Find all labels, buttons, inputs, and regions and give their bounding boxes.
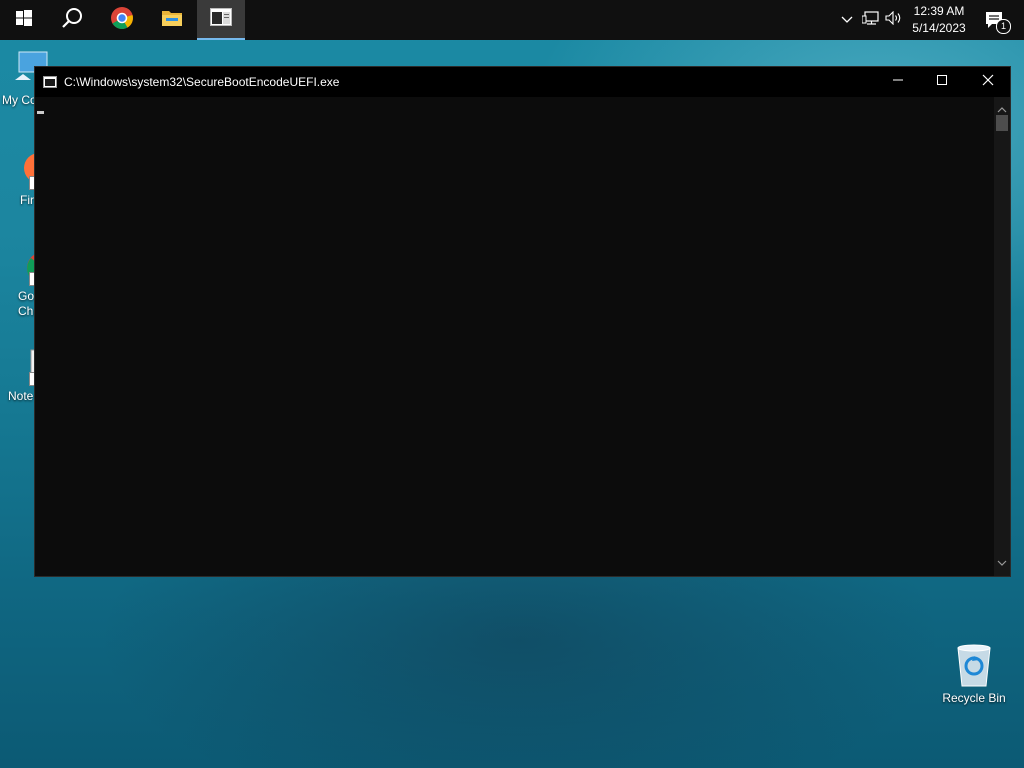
search-icon [61, 7, 83, 34]
taskbar-file-explorer-button[interactable] [148, 0, 196, 40]
tray-overflow-button[interactable] [838, 0, 856, 40]
taskbar-console-button[interactable] [197, 0, 245, 40]
taskbar-clock[interactable]: 12:39 AM 5/14/2023 [905, 3, 973, 37]
recycle-bin-icon [952, 642, 996, 688]
start-button[interactable] [0, 0, 48, 40]
chrome-icon [110, 6, 134, 35]
minimize-button[interactable] [875, 67, 921, 97]
vertical-scrollbar[interactable] [994, 97, 1010, 576]
desktop-icon-label: Recycle Bin [942, 691, 1006, 705]
volume-button[interactable] [884, 0, 904, 40]
taskbar-chrome-button[interactable] [98, 0, 146, 40]
start-icon [16, 9, 32, 31]
notification-center-button[interactable]: 1 [978, 0, 1012, 40]
desktop-icon-recycle-bin[interactable]: Recycle Bin [939, 642, 1009, 706]
notification-icon: 1 [984, 9, 1011, 34]
search-button[interactable] [48, 0, 96, 40]
maximize-icon [936, 73, 948, 91]
network-button[interactable] [860, 0, 882, 40]
scrollbar-thumb[interactable] [996, 115, 1008, 131]
taskbar: 12:39 AM 5/14/2023 1 [0, 0, 1024, 40]
console-window[interactable]: C:\Windows\system32\SecureBootEncodeUEFI… [34, 66, 1011, 577]
clock-date: 5/14/2023 [912, 21, 966, 35]
notification-count-badge: 1 [996, 19, 1011, 34]
window-title: C:\Windows\system32\SecureBootEncodeUEFI… [64, 75, 340, 89]
console-icon [210, 7, 232, 31]
window-titlebar[interactable]: C:\Windows\system32\SecureBootEncodeUEFI… [35, 67, 1010, 97]
desktop: My Co Fir Go Chr Note Recycle Bin C:\Win… [0, 0, 1024, 768]
network-icon [861, 10, 880, 30]
console-output-area[interactable] [35, 97, 994, 576]
clock-time: 12:39 AM [913, 4, 965, 18]
maximize-button[interactable] [919, 67, 965, 97]
folder-icon [161, 8, 183, 33]
close-icon [982, 73, 994, 91]
scroll-down-icon[interactable] [997, 554, 1007, 572]
close-button[interactable] [965, 67, 1011, 97]
text-cursor [37, 111, 44, 114]
volume-icon [885, 10, 903, 30]
minimize-icon [892, 73, 904, 91]
console-app-icon [43, 75, 57, 88]
chevron-up-icon [841, 11, 853, 29]
